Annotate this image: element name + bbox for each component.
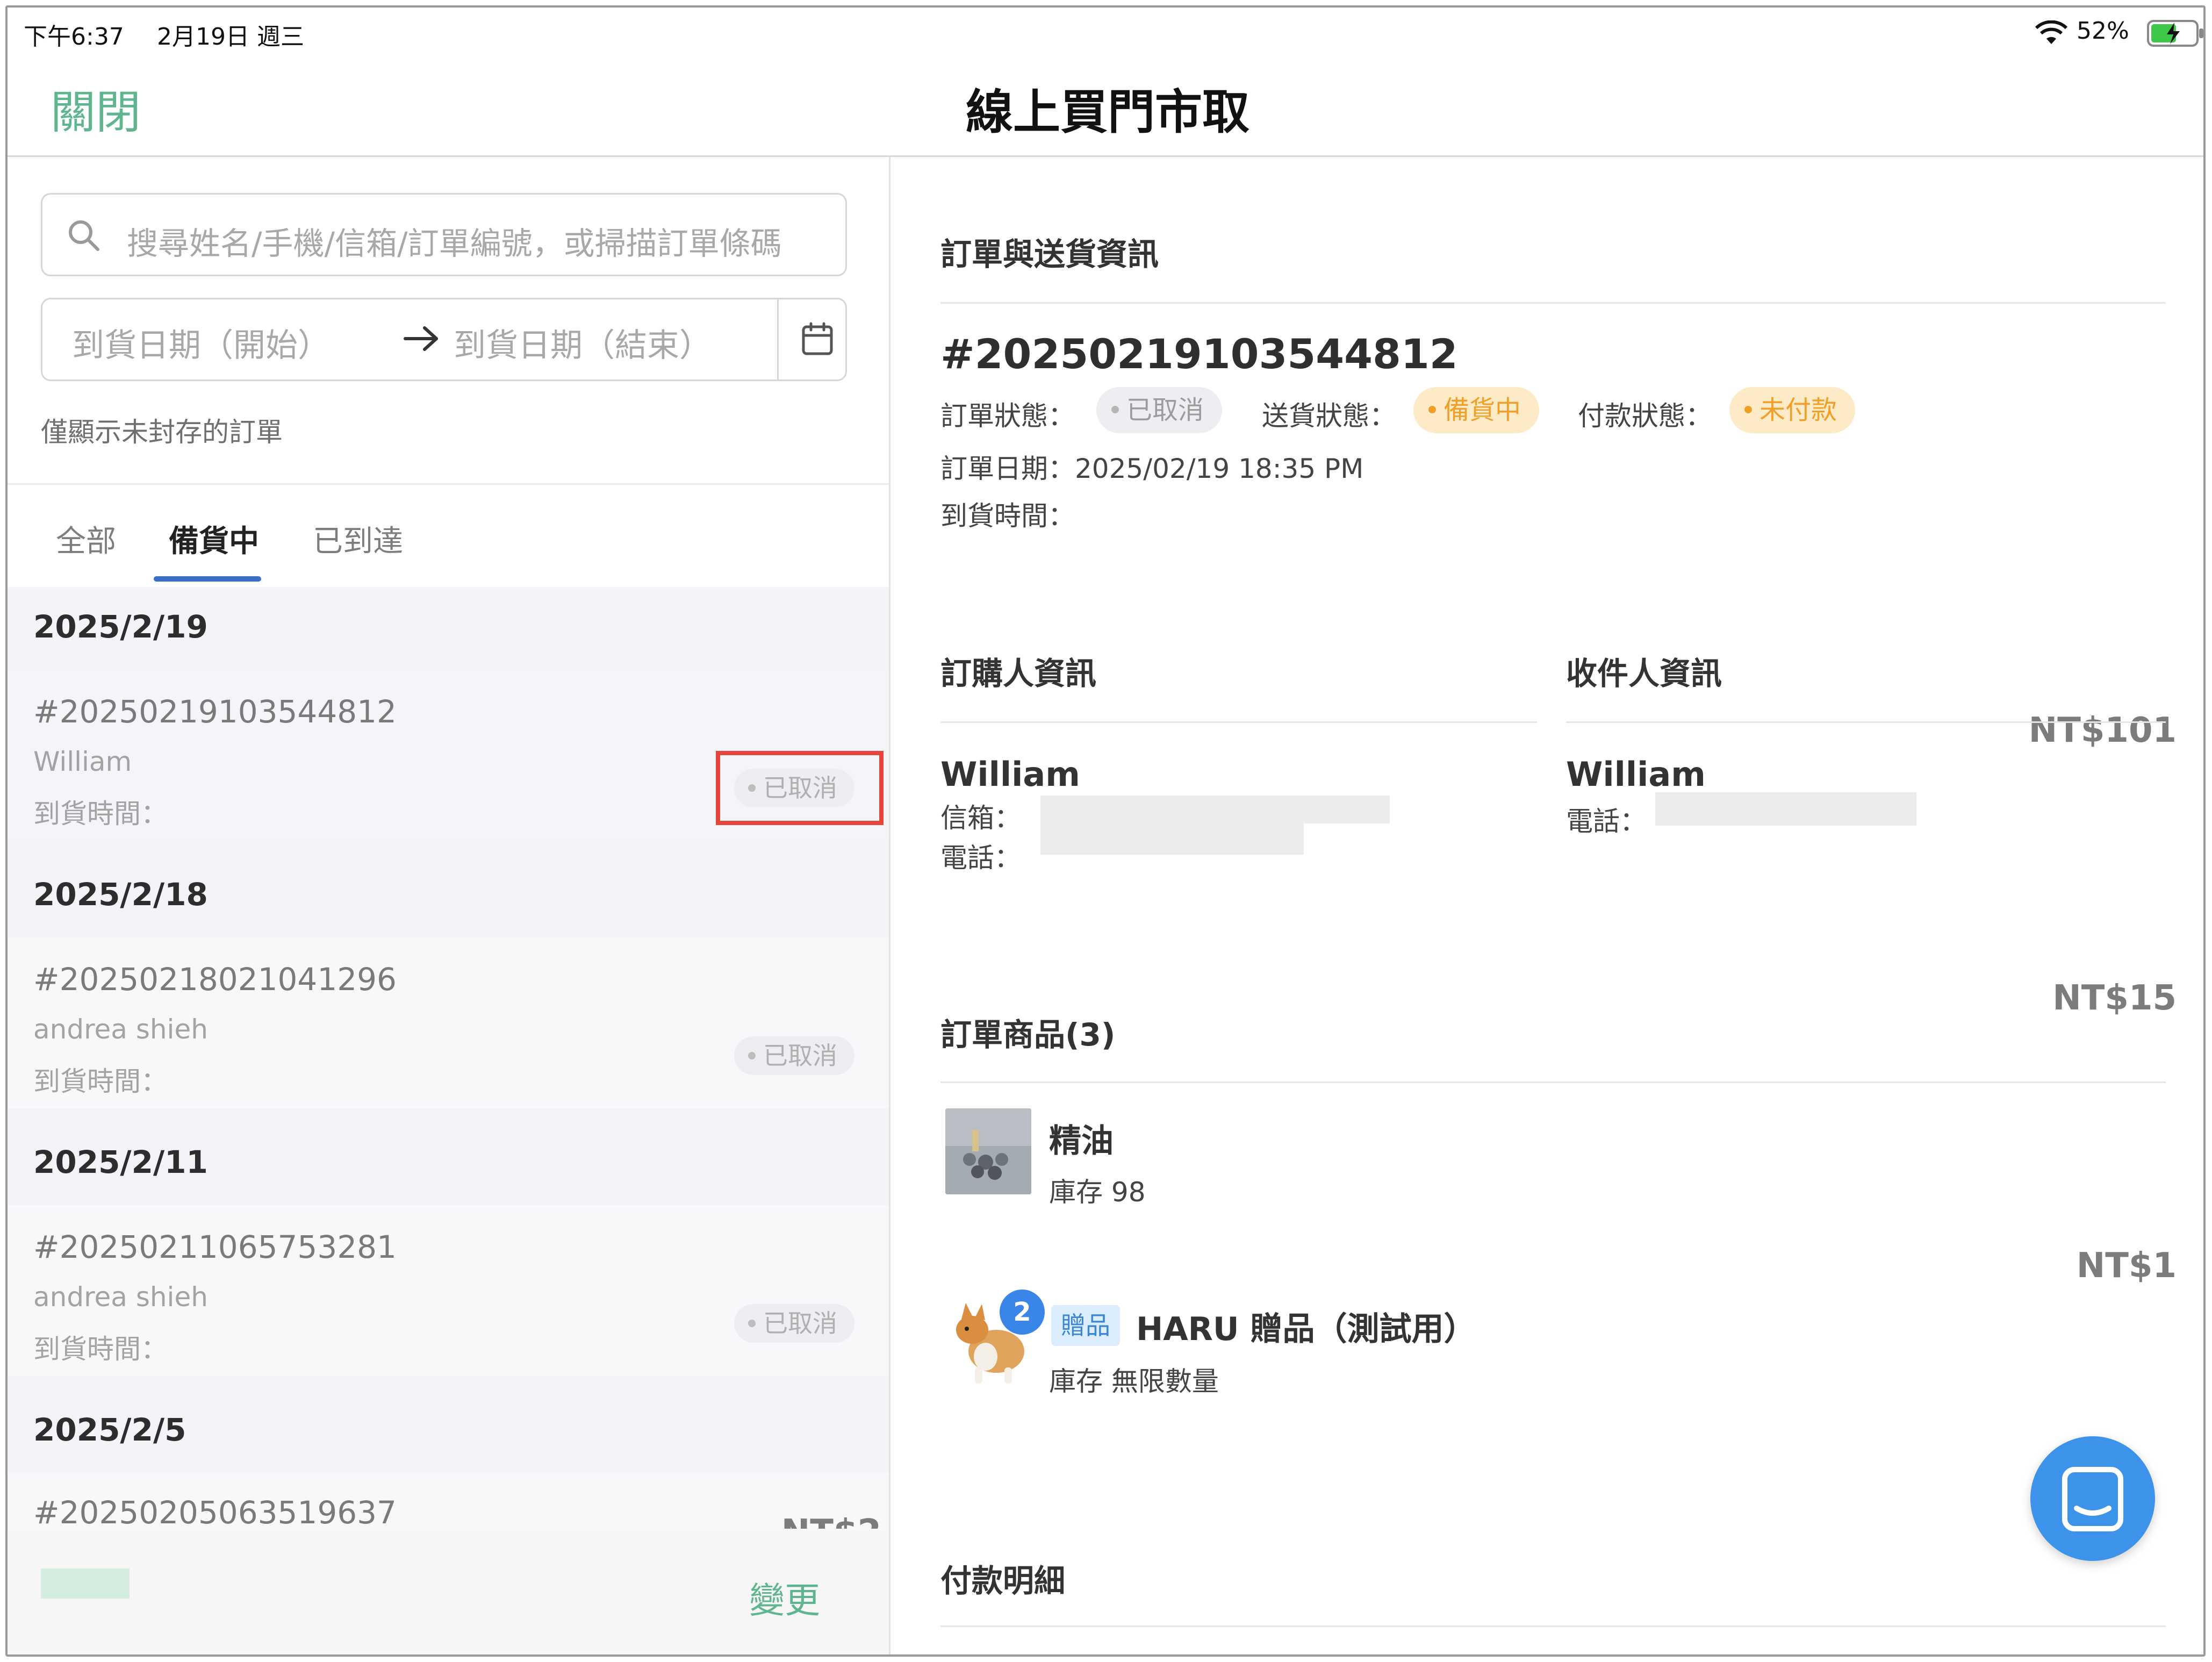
- unarchived-filter-note[interactable]: 僅顯示未封存的訂單: [41, 411, 283, 449]
- buyer-email-redacted: [1040, 796, 1390, 823]
- search-placeholder: 搜尋姓名/手機/信箱/訂單編號，或掃描訂單條碼: [127, 225, 782, 262]
- change-button[interactable]: 變更: [749, 1572, 820, 1623]
- buyer-phone-label: 電話：: [940, 842, 1021, 873]
- wifi-icon: [2035, 20, 2068, 47]
- order-price: NT$1: [2076, 1246, 2177, 1286]
- search-icon: [67, 218, 101, 255]
- quantity-badge: 2: [1000, 1290, 1045, 1335]
- arrival-time: 到貨時間：: [940, 500, 1075, 532]
- receiver-phone-redacted: [1655, 792, 1916, 826]
- battery-charging-icon: [2146, 19, 2203, 49]
- order-price-clipped: NT$2: [742, 1513, 881, 1529]
- tab-all[interactable]: 全部: [56, 517, 116, 561]
- section-title-items: 訂單商品(3): [940, 1016, 1116, 1053]
- arrival-time-label: 到貨時間：: [33, 1066, 168, 1097]
- nav-divider: [8, 155, 2203, 157]
- arrow-right-icon: [403, 325, 441, 355]
- tab-arrived[interactable]: 已到達: [313, 517, 403, 561]
- arrival-time-label: 到貨時間：: [33, 798, 168, 829]
- buyer-email-label: 信箱：: [940, 803, 1021, 834]
- delivery-status-badge: 備貨中: [1413, 387, 1540, 433]
- status-date: 2月19日 週三: [157, 23, 304, 51]
- item-stock: 庫存 無限數量: [1049, 1366, 1219, 1397]
- order-number: #20250219103544812: [940, 330, 1458, 378]
- order-id: #20250211065753281: [33, 1229, 397, 1265]
- highlight-annotation: [716, 751, 884, 825]
- customer-name: andrea shieh: [33, 1281, 208, 1313]
- item-name: 精油: [1049, 1122, 1114, 1160]
- pane-divider: [889, 157, 890, 1654]
- buyer-phone-redacted: [1040, 823, 1304, 855]
- section-divider: [940, 721, 1537, 723]
- order-status-label: 訂單狀態：: [940, 400, 1075, 432]
- receiver-name: William: [1566, 755, 1706, 794]
- section-divider: [940, 302, 2166, 304]
- date-start-field[interactable]: 到貨日期（開始）: [72, 319, 330, 366]
- date-end-field[interactable]: 到貨日期（結束）: [454, 319, 712, 366]
- item-name: HARU 贈品（測試用）: [1136, 1310, 1476, 1348]
- tab-active-indicator: [154, 576, 261, 582]
- status-time: 下午6:37: [24, 23, 124, 51]
- customer-name: William: [33, 746, 132, 777]
- status-badge: 已取消: [734, 1304, 854, 1343]
- product-thumbnail: [945, 1108, 1031, 1194]
- section-title-order-delivery: 訂單與送貨資訊: [940, 236, 1159, 273]
- calendar-icon[interactable]: [800, 321, 835, 359]
- order-id: #20250219103544812: [33, 693, 397, 730]
- item-stock: 庫存 98: [1049, 1177, 1146, 1208]
- customer-name: andrea shieh: [33, 1014, 208, 1045]
- battery-percent: 52%: [2077, 17, 2129, 45]
- app-window: 下午6:37 2月19日 週三 52% 關閉 線上買門市取 搜尋姓名/手機/信箱…: [5, 5, 2206, 1657]
- order-status-badge: 已取消: [1096, 387, 1223, 433]
- payment-status-badge: 未付款: [1729, 387, 1856, 433]
- section-divider: [940, 1081, 2166, 1083]
- store-selector-blurred: [41, 1568, 130, 1599]
- date-group-header: 2025/2/19: [33, 608, 208, 645]
- page-title: 線上買門市取: [965, 84, 1249, 140]
- tab-preparing[interactable]: 備貨中: [169, 517, 259, 561]
- order-id: #20250218021041296: [33, 961, 397, 998]
- order-price: NT$101: [2028, 711, 2177, 750]
- date-group-header: 2025/2/18: [33, 876, 208, 913]
- date-divider: [777, 298, 779, 381]
- section-title-payment: 付款明細: [940, 1563, 1066, 1599]
- order-id: #20250205063519637: [33, 1494, 397, 1531]
- chat-button[interactable]: [2030, 1436, 2155, 1561]
- section-divider: [1566, 721, 2166, 723]
- payment-status-label: 付款狀態：: [1578, 400, 1712, 432]
- chat-bubble-icon: [2062, 1467, 2123, 1531]
- arrival-time-label: 到貨時間：: [33, 1334, 168, 1365]
- section-title-receiver: 收件人資訊: [1566, 655, 1722, 692]
- delivery-status-label: 送貨狀態：: [1262, 400, 1396, 432]
- date-group-header: 2025/2/5: [33, 1412, 186, 1448]
- order-date: 訂單日期：2025/02/19 18:35 PM: [940, 453, 1364, 484]
- order-price: NT$15: [2052, 978, 2177, 1018]
- buyer-name: William: [940, 755, 1080, 794]
- gift-tag: 贈品: [1051, 1305, 1120, 1346]
- receiver-phone-label: 電話：: [1566, 806, 1647, 837]
- filter-divider: [8, 483, 889, 485]
- date-group-header: 2025/2/11: [33, 1144, 208, 1180]
- status-badge: 已取消: [734, 1036, 854, 1075]
- section-divider: [940, 1625, 2166, 1627]
- section-title-buyer: 訂購人資訊: [940, 655, 1097, 692]
